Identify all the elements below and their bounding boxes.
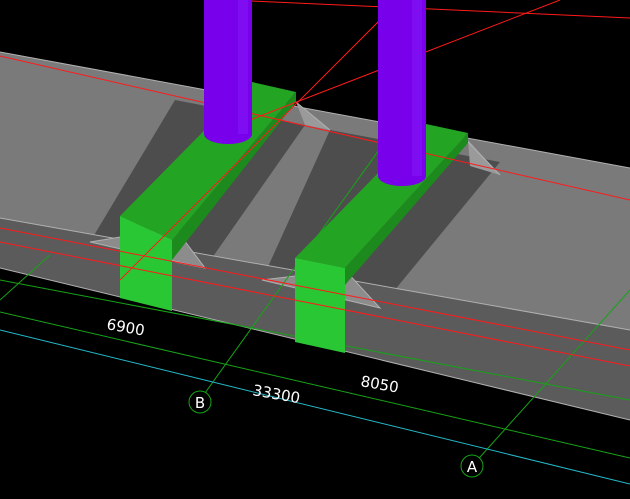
dimension-text-6900: 6900 [105, 315, 146, 339]
grid-axis-a-label: A [467, 458, 478, 476]
grid-axis-a[interactable]: A [460, 454, 484, 478]
column-right[interactable] [378, 0, 426, 186]
footing-right-front [295, 258, 345, 353]
3d-model-viewport[interactable]: 6900 33300 8050 B A [0, 0, 630, 499]
column-left[interactable] [204, 0, 252, 144]
dimension-text-8050: 8050 [359, 372, 400, 396]
grid-axis-b[interactable]: B [188, 390, 212, 414]
grid-axis-b-label: B [195, 394, 205, 412]
model-canvas[interactable]: 6900 33300 8050 B A [0, 0, 630, 499]
grid-line-red-4 [229, 0, 630, 19]
dimension-text-33300: 33300 [251, 381, 301, 407]
